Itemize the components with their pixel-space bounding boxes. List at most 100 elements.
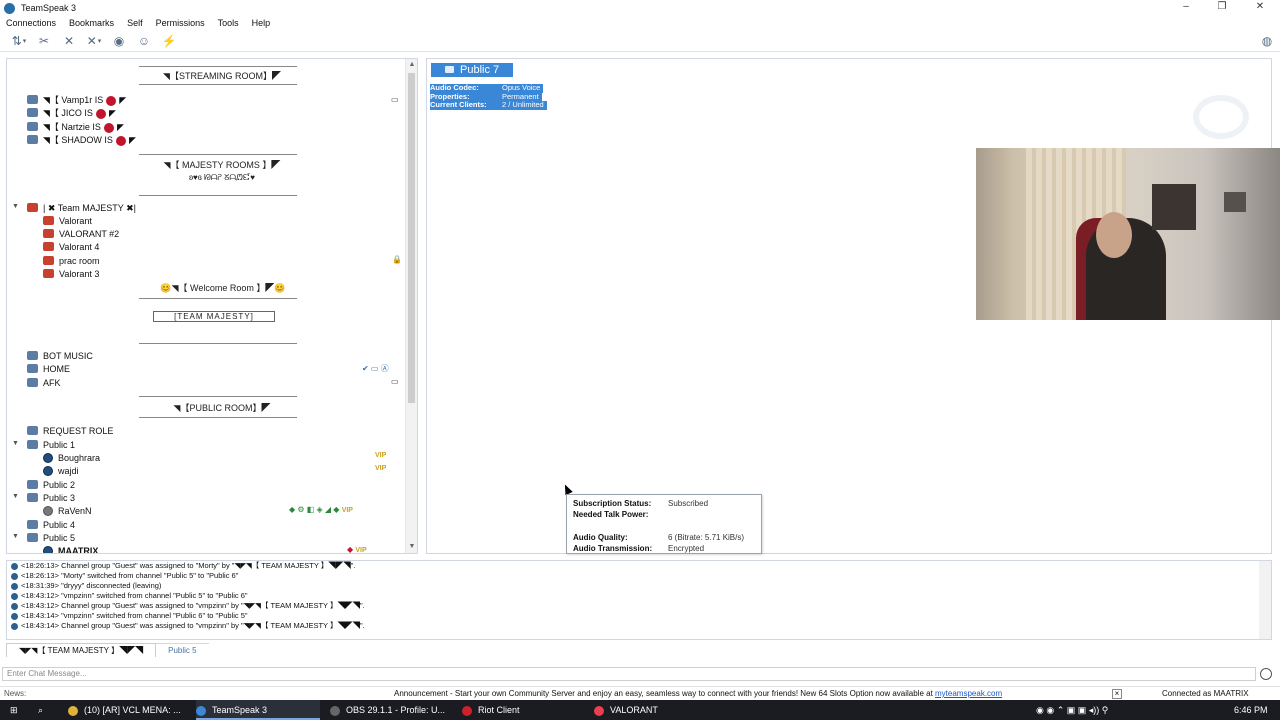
menu-self[interactable]: Self: [127, 18, 143, 28]
webcam-head: [1096, 212, 1132, 258]
search-icon[interactable]: ⌕: [38, 700, 43, 720]
channel-nartzie[interactable]: ◥【 Nartzie IS ◤: [27, 121, 124, 133]
tab-public-5[interactable]: Public 5: [156, 643, 209, 657]
channel-request-role[interactable]: REQUEST ROLE: [27, 425, 113, 437]
channel-team-majesty[interactable]: | ✖ Team MAJESTY ✖|: [27, 202, 136, 214]
menu-bar: Connections Bookmarks Self Permissions T…: [0, 16, 1280, 30]
info-icon: [11, 582, 18, 590]
obs-icon: [330, 705, 340, 716]
minimize-button[interactable]: –: [1168, 0, 1204, 16]
channel-properties: Audio Codec: Opus Voice Properties: Perman…: [430, 83, 547, 110]
maximize-button[interactable]: ❐: [1204, 0, 1240, 16]
webcam-frame: [1224, 192, 1246, 212]
audio-quality-value: 6 (Bitrate: 5.71 KiB/s): [668, 533, 745, 542]
mute-mic-icon[interactable]: ✕: [60, 32, 78, 50]
mute-speaker-icon[interactable]: ✕: [85, 32, 103, 50]
channel-afk[interactable]: AFK: [27, 377, 61, 389]
announcement-link[interactable]: myteamspeak.com: [935, 689, 1002, 698]
taskbar-teamspeak[interactable]: TeamSpeak 3: [196, 700, 320, 720]
user-status-icon: [43, 452, 53, 463]
user-status-icon: [43, 465, 53, 476]
log-scrollbar[interactable]: [1259, 561, 1271, 639]
channel-icon: [43, 216, 54, 226]
public-room-spacer[interactable]: ◥【PUBLIC ROOM】◤: [137, 401, 307, 414]
channel-icon: [27, 364, 38, 374]
collapse-icon[interactable]: ▼: [12, 493, 19, 500]
spacer-line: [139, 66, 297, 67]
spacer-line: [139, 396, 297, 397]
network-icon[interactable]: ◍: [1258, 32, 1276, 50]
menu-bookmarks[interactable]: Bookmarks: [69, 18, 114, 28]
channel-shadow[interactable]: ◥【 SHADOW IS ◤: [27, 134, 136, 146]
collapse-icon[interactable]: ▼: [12, 440, 19, 447]
channel-public-5[interactable]: Public 5: [27, 532, 75, 544]
chat-log[interactable]: <18:26:13> Channel group "Guest" was ass…: [6, 560, 1272, 640]
scroll-thumb[interactable]: [408, 73, 415, 403]
channel-vamp1r[interactable]: ◥【 Vamp1r IS ◤: [27, 94, 126, 106]
close-announcement-icon[interactable]: ×: [1112, 689, 1122, 699]
channel-jico[interactable]: ◥【 JICO IS ◤: [27, 107, 116, 119]
channel-valorant-3[interactable]: Valorant 3: [43, 268, 99, 280]
connect-icon[interactable]: ⇅: [10, 32, 28, 50]
info-icon: [11, 612, 18, 620]
channel-prac-room[interactable]: prac room: [43, 255, 100, 267]
taskbar-riot-client[interactable]: Riot Client: [462, 700, 586, 720]
channel-icon: [27, 440, 38, 450]
webcam-poster: [1152, 184, 1196, 230]
close-button[interactable]: ✕: [1242, 0, 1278, 16]
menu-connections[interactable]: Connections: [6, 18, 56, 28]
tab-server[interactable]: ◥◤◥【 TEAM MAJESTY 】◥◤◥: [6, 643, 157, 657]
hotkeys-icon[interactable]: ⚡: [160, 32, 178, 50]
menu-help[interactable]: Help: [252, 18, 271, 28]
menu-permissions[interactable]: Permissions: [156, 18, 205, 28]
collapse-icon[interactable]: ▼: [12, 203, 19, 210]
channel-bot-music[interactable]: BOT MUSIC: [27, 350, 93, 362]
channel-home[interactable]: HOME: [27, 363, 70, 375]
spacer-line: [139, 84, 297, 85]
user-maatrix[interactable]: MAATRIX: [43, 545, 98, 553]
taskbar-chrome[interactable]: (10) [AR] VCL MENA: ...: [68, 700, 188, 720]
menu-tools[interactable]: Tools: [218, 18, 239, 28]
user-boughrara[interactable]: Boughrara: [43, 452, 100, 464]
channel-public-1[interactable]: Public 1: [27, 439, 75, 451]
taskbar-valorant[interactable]: VALORANT: [594, 700, 718, 720]
user-badges-icon: ◆ VIP: [347, 545, 367, 554]
channel-public-3[interactable]: Public 3: [27, 492, 75, 504]
clock: 6:46 PM: [1234, 705, 1268, 715]
emoji-icon[interactable]: [1260, 668, 1272, 680]
majesty-rooms-spacer[interactable]: ◥【 MAJESTY ROOMS 】◤: [137, 158, 307, 171]
log-line: <18:43:12> "vmpzinn" switched from chann…: [11, 591, 248, 601]
teamspeak-logo-icon: [4, 2, 15, 14]
user-status-icon: [43, 545, 53, 553]
scroll-up-icon[interactable]: ▲: [406, 59, 417, 71]
tree-scrollbar[interactable]: ▲ ▼: [405, 59, 417, 553]
scroll-down-icon[interactable]: ▼: [406, 541, 417, 553]
chat-input[interactable]: Enter Chat Message...: [2, 667, 1256, 681]
info-icon: [11, 602, 18, 610]
channel-valorant[interactable]: Valorant: [43, 215, 92, 227]
webcam-overlay: [976, 148, 1280, 320]
log-line: <18:43:12> Channel group "Guest" was ass…: [11, 601, 365, 611]
collapse-icon[interactable]: ▼: [12, 533, 19, 540]
window-title: TeamSpeak 3: [21, 3, 77, 13]
chat-tabs: ◥◤◥【 TEAM MAJESTY 】◥◤◥ Public 5: [6, 643, 209, 657]
start-icon[interactable]: ⊞: [10, 700, 18, 720]
away-icon[interactable]: ◉: [110, 32, 128, 50]
taskbar-obs[interactable]: OBS 29.1.1 - Profile: U...: [330, 700, 454, 720]
user-ravenn[interactable]: RaVenN: [43, 505, 92, 517]
channel-icon: [27, 378, 38, 388]
channel-valorant-2[interactable]: VALORANT #2: [43, 228, 119, 240]
streaming-room-spacer[interactable]: ◥【STREAMING ROOM】◤: [137, 69, 307, 82]
user-wajdi[interactable]: wajdi: [43, 465, 79, 477]
channel-valorant-4[interactable]: Valorant 4: [43, 241, 99, 253]
info-icon: [11, 572, 18, 580]
majesty-sub-spacer[interactable]: ʚ♥ɞ ᘙᗩᕈ ᘜᗩᘻᘿ♥: [137, 173, 307, 183]
channel-public-4[interactable]: Public 4: [27, 519, 75, 531]
system-tray-icons[interactable]: ◉ ◉ ⌃ ▣ ▣ ◂)) ⚲: [1036, 700, 1108, 720]
channel-tree[interactable]: ◥【STREAMING ROOM】◤ ◥【 Vamp1r IS ◤ ◥【 JICO…: [6, 58, 418, 554]
channel-public-2[interactable]: Public 2: [27, 479, 75, 491]
welcome-sub-spacer[interactable]: [TEAM MAJESTY]: [153, 311, 275, 322]
contacts-icon[interactable]: ☺: [135, 32, 153, 50]
disconnect-icon[interactable]: ✂: [35, 32, 53, 50]
welcome-room-spacer[interactable]: 😊◥【 Welcome Room 】◤😊: [133, 281, 313, 294]
